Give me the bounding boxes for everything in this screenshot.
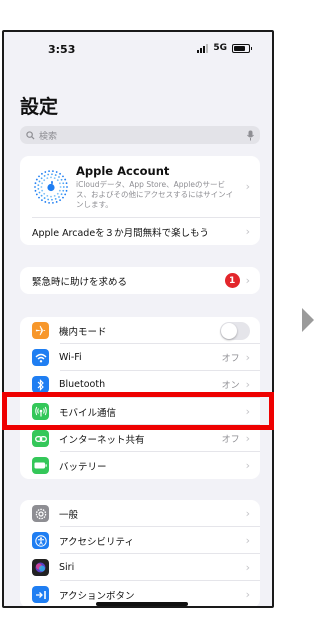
- chevron-right-icon: ›: [245, 432, 250, 445]
- search-field[interactable]: 検索: [20, 126, 260, 144]
- battery-row[interactable]: バッテリー ›: [20, 452, 260, 479]
- scroll-indicator[interactable]: [272, 129, 274, 347]
- chevron-right-icon: ›: [245, 274, 250, 287]
- personal-hotspot-value: オフ: [221, 435, 240, 445]
- siri-label: Siri: [59, 562, 75, 573]
- apple-account-row[interactable]: Apple Account iCloudデータ、App Store、Appleの…: [20, 156, 260, 218]
- chevron-right-icon: ›: [245, 561, 250, 574]
- accessibility-icon: [32, 532, 49, 549]
- bluetooth-label: Bluetooth: [59, 379, 106, 390]
- gear-icon: [32, 505, 49, 522]
- airplane-mode-row[interactable]: 機内モード: [20, 317, 260, 344]
- status-indicators: 5G: [197, 43, 252, 53]
- siri-icon: [32, 559, 49, 576]
- general-card: 一般 › アクセシビリティ › Siri › アクションボタン ›: [20, 500, 260, 606]
- signal-icon: [197, 43, 209, 53]
- accessibility-row[interactable]: アクセシビリティ ›: [20, 527, 260, 554]
- wifi-label: Wi-Fi: [59, 352, 82, 363]
- home-indicator[interactable]: [96, 602, 188, 606]
- chevron-right-icon: ›: [245, 378, 250, 391]
- search-icon: [26, 130, 35, 140]
- airplane-icon: [32, 322, 49, 339]
- battery-label: バッテリー: [59, 461, 107, 473]
- general-row[interactable]: 一般 ›: [20, 500, 260, 527]
- action-button-icon: [32, 586, 49, 603]
- apple-arcade-row[interactable]: Apple Arcadeを３か月間無料で楽しもう ›: [20, 218, 260, 245]
- highlight-box: [2, 392, 274, 430]
- chevron-right-icon: ›: [245, 351, 250, 364]
- emergency-row[interactable]: 緊急時に助けを求める 1 ›: [20, 267, 260, 294]
- battery-status-icon: [232, 43, 252, 53]
- link-icon: [32, 430, 49, 447]
- chevron-right-icon: ›: [245, 588, 250, 601]
- apple-arcade-label: Apple Arcadeを３か月間無料で楽しもう: [32, 227, 209, 239]
- apple-account-title: Apple Account: [76, 164, 170, 178]
- action-button-label: アクションボタン: [59, 590, 135, 602]
- account-card: Apple Account iCloudデータ、App Store、Appleの…: [20, 156, 260, 245]
- apple-account-description: iCloudデータ、App Store、Appleのサービス、およびその他にアク…: [76, 180, 234, 209]
- accessibility-label: アクセシビリティ: [59, 536, 134, 548]
- page-title: 設定: [20, 96, 59, 118]
- notification-badge: 1: [224, 273, 240, 288]
- status-bar: 3:53 5G: [4, 32, 272, 68]
- airplane-mode-label: 機内モード: [59, 326, 107, 338]
- chevron-right-icon: ›: [245, 534, 250, 547]
- wifi-icon: [32, 349, 49, 366]
- chevron-right-icon: ›: [245, 507, 250, 520]
- chevron-right-icon: ›: [245, 225, 250, 238]
- wifi-row[interactable]: Wi-Fi オフ ›: [20, 344, 260, 371]
- chevron-right-icon: ›: [245, 180, 250, 193]
- bluetooth-value: オン: [221, 381, 240, 391]
- wifi-value: オフ: [221, 354, 240, 364]
- general-label: 一般: [59, 509, 79, 521]
- battery-icon: [32, 457, 49, 474]
- search-placeholder: 検索: [39, 131, 58, 142]
- network-label: 5G: [213, 43, 227, 53]
- next-step-arrow-icon: [302, 308, 314, 332]
- phone-frame: 3:53 5G 設定 検索 Apple Account iCloudデータ、Ap…: [2, 30, 274, 608]
- apple-account-icon: [34, 170, 68, 204]
- personal-hotspot-label: インターネット共有: [59, 434, 145, 446]
- chevron-right-icon: ›: [245, 459, 250, 472]
- bluetooth-icon: [32, 376, 49, 393]
- airplane-mode-toggle[interactable]: [220, 321, 250, 340]
- emergency-label: 緊急時に助けを求める: [32, 276, 128, 288]
- emergency-card: 緊急時に助けを求める 1 ›: [20, 267, 260, 294]
- status-time: 3:53: [48, 43, 76, 56]
- siri-row[interactable]: Siri ›: [20, 554, 260, 581]
- microphone-icon[interactable]: [247, 130, 254, 141]
